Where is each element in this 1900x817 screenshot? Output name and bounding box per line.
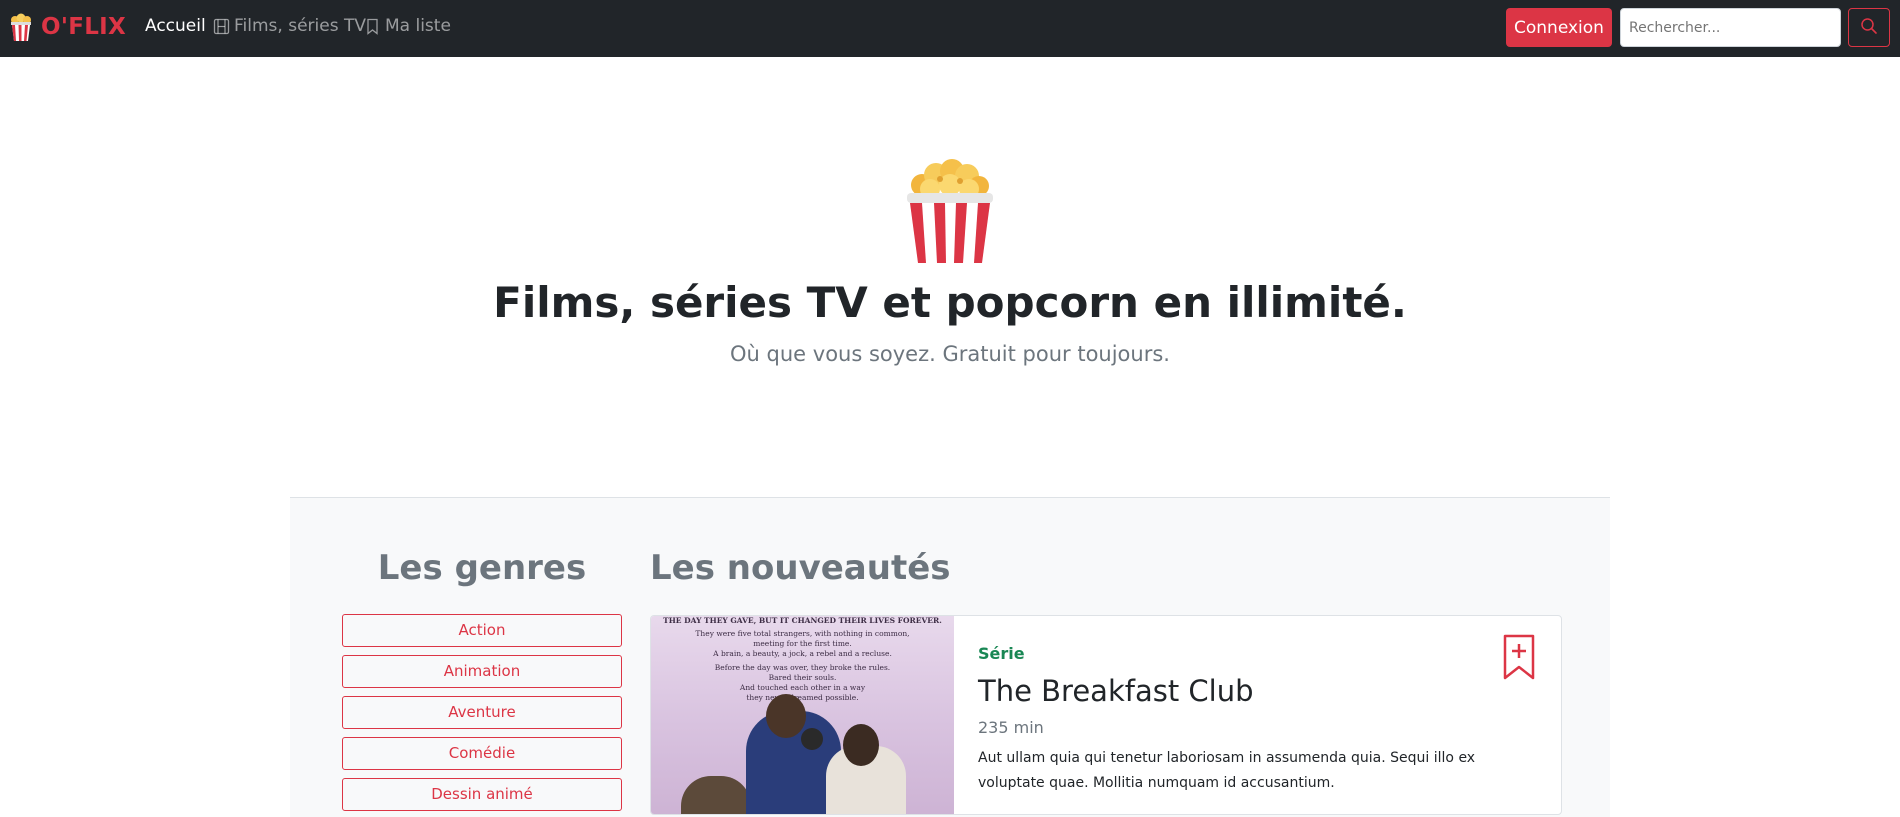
poster-figure	[766, 694, 806, 738]
genre-button-aventure[interactable]: Aventure	[342, 696, 622, 729]
poster-line: A brain, a beauty, a jock, a rebel and a…	[713, 649, 892, 658]
hero-subtitle: Où que vous soyez. Gratuit pour toujours…	[730, 342, 1170, 366]
nav-link-my-list[interactable]: Ma liste	[364, 16, 451, 36]
nav-link-home[interactable]: Accueil	[145, 16, 206, 36]
show-title[interactable]: The Breakfast Club	[978, 674, 1254, 708]
navbar: O'FLIX Accueil Films, séries TV Ma liste…	[0, 0, 1900, 57]
popcorn-icon	[900, 155, 1000, 265]
nav-link-label: Ma liste	[385, 16, 451, 36]
bookmark-plus-icon	[1503, 634, 1535, 684]
genre-button-animation[interactable]: Animation	[342, 655, 622, 688]
genre-button-action[interactable]: Action	[342, 614, 622, 647]
brand-link[interactable]: O'FLIX	[9, 12, 126, 42]
nav-link-label: Accueil	[145, 16, 206, 36]
show-type: Série	[978, 644, 1025, 663]
show-description: Aut ullam quia qui tenetur laboriosam in…	[978, 750, 1476, 791]
poster-text: THE DAY THEY GAVE, BUT IT CHANGED THEIR …	[651, 616, 954, 703]
popcorn-logo-icon	[9, 12, 33, 42]
poster-line: they never dreamed possible.	[746, 693, 859, 702]
show-card: THE DAY THEY GAVE, BUT IT CHANGED THEIR …	[650, 615, 1562, 815]
nav-link-label: Films, séries TV	[234, 16, 366, 36]
poster-figure	[843, 724, 879, 766]
poster-line: THE DAY THEY GAVE, BUT IT CHANGED THEIR …	[663, 616, 942, 625]
search-icon	[1860, 17, 1878, 38]
login-button[interactable]: Connexion	[1506, 8, 1612, 47]
add-to-list-button[interactable]	[1503, 634, 1535, 680]
poster-image[interactable]: THE DAY THEY GAVE, BUT IT CHANGED THEIR …	[651, 616, 954, 814]
poster-line: Before the day was over, they broke the …	[714, 663, 891, 672]
hero-title: Films, séries TV et popcorn en illimité.	[493, 278, 1407, 327]
poster-line: Bared their souls.	[768, 673, 837, 682]
genre-button-dessin-anime[interactable]: Dessin animé	[342, 778, 622, 811]
brand-name: O'FLIX	[41, 14, 127, 40]
genres-heading: Les genres	[377, 548, 587, 588]
search-input[interactable]	[1620, 8, 1841, 47]
genre-button-comedie[interactable]: Comédie	[342, 737, 622, 770]
search-button[interactable]	[1848, 8, 1890, 47]
poster-line: meeting for the first time.	[753, 639, 852, 648]
poster-line: And touched each other in a way	[739, 683, 866, 692]
show-duration: 235 min	[978, 718, 1044, 737]
nav-link-movies[interactable]: Films, séries TV	[213, 16, 366, 36]
poster-line: They were five total strangers, with not…	[695, 629, 910, 638]
film-icon	[213, 18, 230, 35]
bookmark-icon	[364, 18, 381, 35]
poster-figure	[801, 728, 823, 750]
news-heading: Les nouveautés	[650, 548, 951, 588]
poster-figure	[681, 776, 751, 814]
